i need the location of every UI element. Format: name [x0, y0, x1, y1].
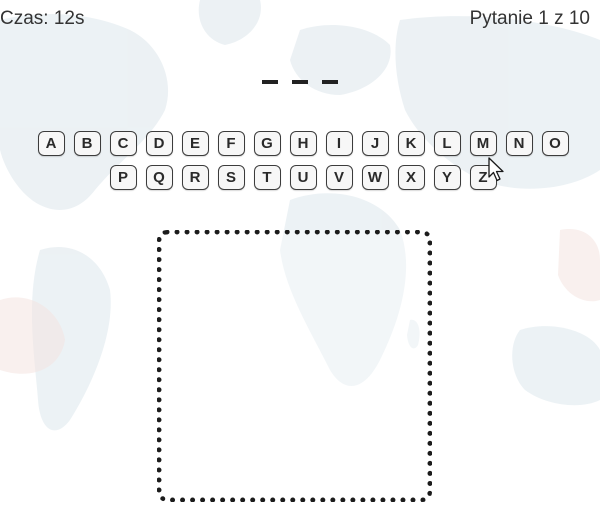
keyboard-row-1: A B C D E F G H I J K L M N O	[0, 131, 600, 156]
letter-key-t[interactable]: T	[253, 165, 281, 190]
letter-key-a[interactable]: A	[37, 131, 65, 156]
letter-key-k[interactable]: K	[397, 131, 425, 156]
answer-slot	[322, 58, 338, 84]
mouse-pointer-icon	[488, 157, 504, 182]
answer-slot	[292, 58, 308, 84]
header-bar: Czas: 12s Pytanie 1 z 10	[0, 8, 600, 36]
question-counter: Pytanie 1 z 10	[469, 8, 590, 29]
letter-key-c[interactable]: C	[109, 131, 137, 156]
letter-key-y[interactable]: Y	[433, 165, 461, 190]
letter-key-b[interactable]: B	[73, 131, 101, 156]
letter-keyboard: A B C D E F G H I J K L M N O P Q R S T …	[0, 131, 600, 199]
answer-slot	[262, 58, 278, 84]
letter-key-e[interactable]: E	[181, 131, 209, 156]
letter-key-r[interactable]: R	[181, 165, 209, 190]
letter-key-o[interactable]: O	[541, 131, 569, 156]
answer-slots	[0, 58, 600, 84]
timer-label: Czas: 12s	[0, 8, 85, 29]
keyboard-row-2: P Q R S T U V W X Y Z	[6, 165, 600, 190]
letter-key-p[interactable]: P	[109, 165, 137, 190]
letter-key-l[interactable]: L	[433, 131, 461, 156]
letter-key-g[interactable]: G	[253, 131, 281, 156]
letter-key-v[interactable]: V	[325, 165, 353, 190]
letter-key-j[interactable]: J	[361, 131, 389, 156]
letter-key-i[interactable]: I	[325, 131, 353, 156]
letter-key-x[interactable]: X	[397, 165, 425, 190]
letter-key-n[interactable]: N	[505, 131, 533, 156]
letter-key-f[interactable]: F	[217, 131, 245, 156]
letter-key-s[interactable]: S	[217, 165, 245, 190]
letter-key-h[interactable]: H	[289, 131, 317, 156]
letter-key-w[interactable]: W	[361, 165, 389, 190]
letter-key-m[interactable]: M	[469, 131, 497, 156]
image-drop-area[interactable]	[157, 230, 432, 502]
letter-key-u[interactable]: U	[289, 165, 317, 190]
letter-key-q[interactable]: Q	[145, 165, 173, 190]
letter-key-d[interactable]: D	[145, 131, 173, 156]
